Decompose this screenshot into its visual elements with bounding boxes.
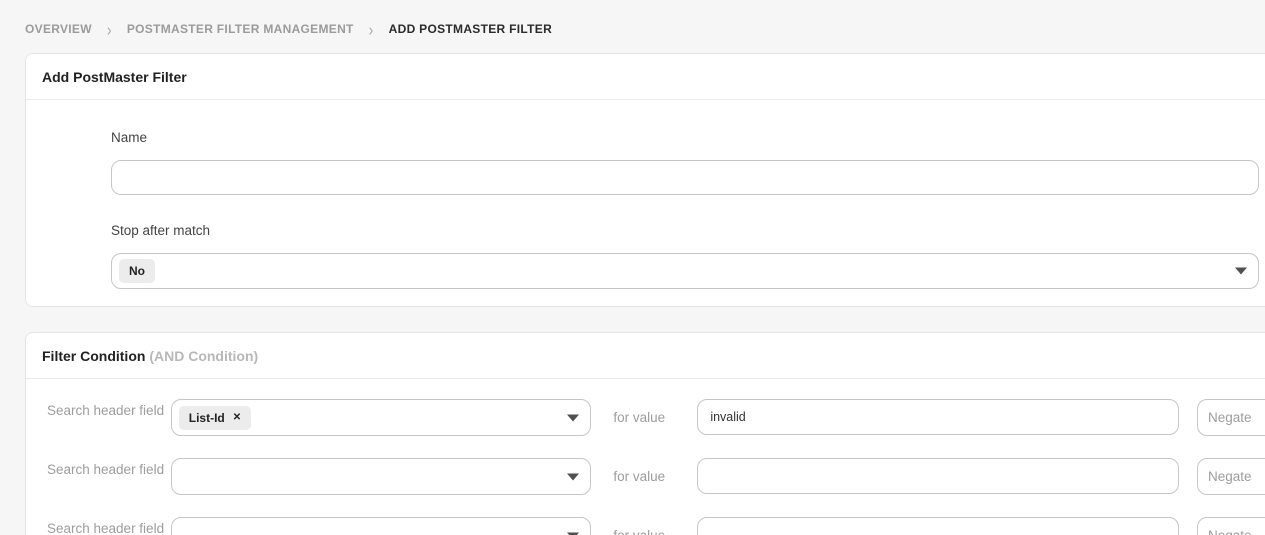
search-header-field-select-2[interactable] [171, 458, 592, 495]
breadcrumb-add-postmaster-filter: ADD POSTMASTER FILTER [389, 22, 552, 36]
filter-condition-card: Filter Condition (AND Condition) Search … [25, 332, 1265, 535]
for-value-input-3[interactable] [697, 517, 1179, 535]
header-chip-list-id: List-Id ✕ [179, 406, 251, 430]
for-value-label: for value [613, 399, 674, 436]
chevron-down-icon [567, 473, 579, 480]
filter-condition-row: Search header field List-Id ✕ for value … [47, 399, 1265, 436]
name-label: Name [111, 130, 1265, 145]
selected-option-chip: No [119, 259, 155, 283]
and-condition-subtitle: (AND Condition) [149, 348, 258, 364]
for-value-input-2[interactable] [697, 458, 1179, 494]
search-header-field-label: Search header field [47, 458, 171, 478]
chevron-down-icon [567, 414, 579, 421]
search-header-field-select-1[interactable]: List-Id ✕ [171, 399, 592, 436]
search-header-field-select-3[interactable] [171, 517, 592, 535]
card-title-filter-condition: Filter Condition (AND Condition) [26, 333, 1265, 379]
chevron-right-icon: › [107, 19, 112, 39]
name-input[interactable] [111, 160, 1259, 195]
filter-condition-row: Search header field for value Negate [47, 517, 1265, 535]
filter-condition-row: Search header field for value Negate [47, 458, 1265, 495]
negate-label: Negate [1208, 469, 1252, 484]
chevron-right-icon: › [369, 19, 374, 39]
breadcrumb-overview[interactable]: OVERVIEW [25, 22, 92, 36]
stop-after-match-label: Stop after match [111, 223, 1265, 238]
for-value-label: for value [613, 458, 674, 495]
negate-field-3[interactable]: Negate [1197, 517, 1265, 535]
remove-chip-icon[interactable]: ✕ [233, 413, 241, 423]
search-header-field-label: Search header field [47, 399, 171, 419]
header-chip-label: List-Id [189, 411, 225, 425]
chevron-down-icon [1235, 268, 1247, 275]
for-value-input-1[interactable] [697, 399, 1179, 435]
breadcrumb: OVERVIEW › POSTMASTER FILTER MANAGEMENT … [0, 0, 1265, 37]
filter-condition-title: Filter Condition [42, 348, 145, 364]
add-postmaster-filter-card: Add PostMaster Filter Name Stop after ma… [25, 53, 1265, 307]
card-title-add-postmaster-filter: Add PostMaster Filter [26, 54, 1265, 100]
negate-field-1[interactable]: Negate [1197, 399, 1265, 436]
negate-field-2[interactable]: Negate [1197, 458, 1265, 495]
stop-after-match-select[interactable]: No [111, 253, 1259, 289]
negate-label: Negate [1208, 410, 1252, 425]
breadcrumb-postmaster-filter-management[interactable]: POSTMASTER FILTER MANAGEMENT [127, 22, 354, 36]
negate-label: Negate [1208, 528, 1252, 535]
search-header-field-label: Search header field [47, 517, 171, 535]
for-value-label: for value [613, 517, 674, 535]
